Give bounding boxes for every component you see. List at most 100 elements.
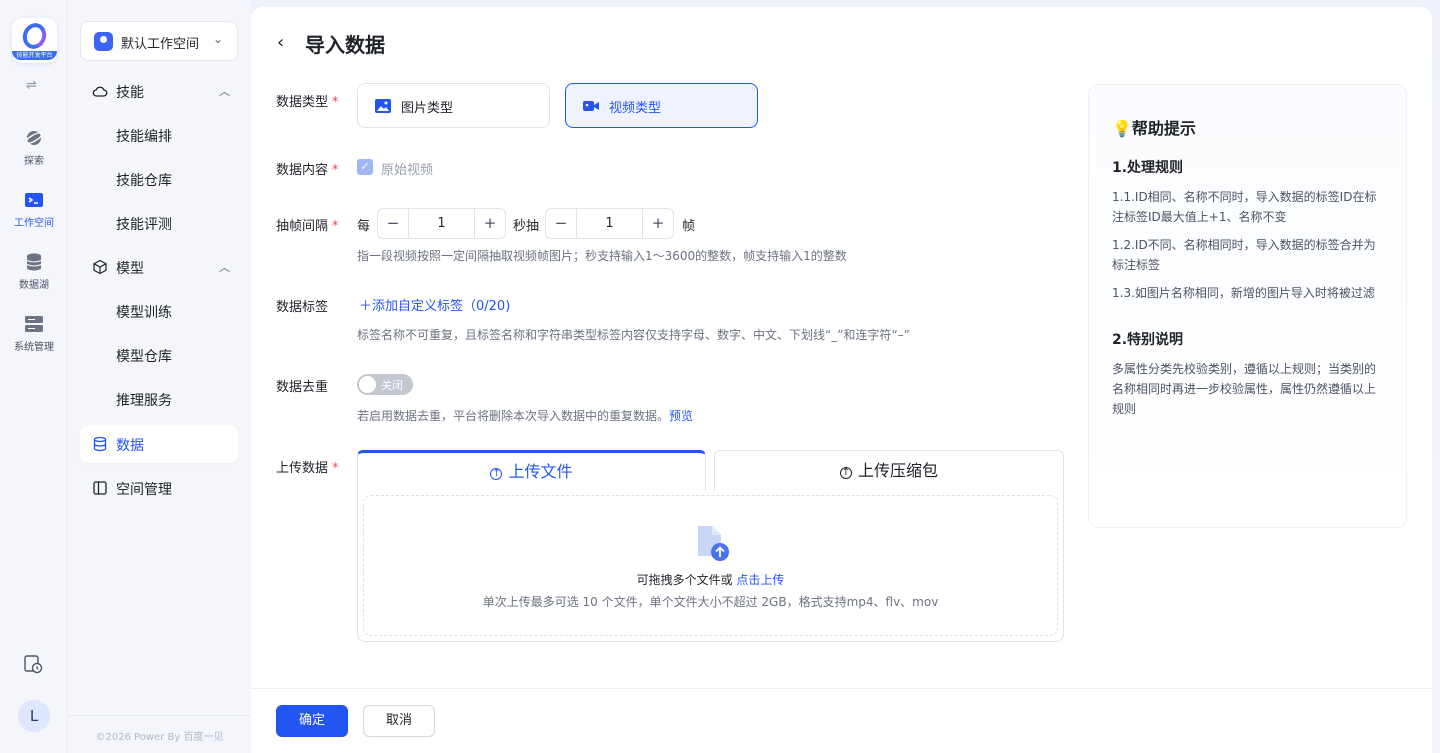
planet-icon — [24, 131, 44, 145]
field-label-upload: 上传数据 * — [276, 461, 339, 476]
nav-item-label: 数据 — [116, 438, 144, 454]
frames-label: 帧 — [682, 219, 696, 234]
rail-item-explore[interactable]: 探索 — [0, 128, 68, 167]
field-label-tags: 数据标签 — [276, 300, 329, 315]
switch-icon[interactable]: ⇌ — [26, 78, 37, 93]
minus-button[interactable]: − — [546, 209, 577, 238]
cloud-icon — [92, 86, 108, 97]
nav-item-inference[interactable]: 推理服务 — [80, 380, 238, 418]
avatar[interactable]: L — [18, 700, 50, 732]
footer-bar: 确定 取消 — [251, 688, 1432, 753]
toggle-text: 关闭 — [381, 379, 403, 392]
frames-value[interactable]: 1 — [577, 209, 642, 238]
click-upload-link[interactable]: 点击上传 — [736, 573, 784, 587]
add-tag-link[interactable]: ＋添加自定义标签（0/20) — [359, 295, 510, 314]
logo-mark-icon — [19, 19, 50, 53]
rail-item-datalake[interactable]: 数据湖 — [0, 252, 68, 291]
nav-item-label: 推理服务 — [116, 393, 172, 409]
rail-item-system[interactable]: 系统管理 — [0, 314, 68, 353]
help-text: 1.1.ID相同、名称不同时，导入数据的标签ID在标注标签ID最大值上+1、名称… — [1112, 190, 1377, 224]
history-icon[interactable] — [23, 654, 43, 674]
tag-hint: 标签名称不可重复，且标签名称和字符串类型标签内容仅支持字母、数字、中文、下划线“… — [357, 328, 910, 342]
preview-link[interactable]: 预览 — [669, 409, 693, 423]
main-panel: ‹ 导入数据 数据类型 * 图片类型 视频类型 数据内容 * ✓ 原始视频 抽帧间隔… — [251, 7, 1432, 753]
field-label-type: 数据类型 * — [276, 95, 339, 110]
confirm-button[interactable]: 确定 — [276, 705, 348, 737]
terminal-folder-icon — [25, 193, 43, 207]
nav-item-model-training[interactable]: 模型训练 — [80, 292, 238, 330]
type-video-label: 视频类型 — [609, 101, 662, 116]
plus-button[interactable]: + — [474, 209, 505, 238]
help-panel: 💡帮助提示 1.处理规则 1.1.ID相同、名称不同时，导入数据的标签ID在标注… — [1088, 84, 1407, 528]
user-icon — [94, 32, 113, 51]
per-label: 每 — [357, 219, 371, 234]
left-rail: 技能开发平台 ⇌ 探索 工作空间 数据湖 系统管理 L — [0, 0, 68, 753]
upload-instruction: 可拖拽多个文件或 点击上传 — [636, 573, 785, 587]
database-icon — [93, 436, 107, 452]
tab-label: 上传文件 — [508, 462, 573, 481]
nav-item-skill-repo[interactable]: 技能仓库 — [80, 160, 238, 198]
upload-circle-icon: ↑ — [839, 467, 852, 479]
nav-item-label: 技能编排 — [116, 129, 172, 145]
type-image-label: 图片类型 — [401, 101, 454, 116]
interval-hint: 指一段视频按照一定间隔抽取视频帧图片；秒支持输入1～3600的整数，帧支持输入1… — [357, 249, 847, 263]
content-checkbox-label: 原始视频 — [381, 163, 434, 178]
type-video-card[interactable]: 视频类型 — [565, 83, 758, 128]
nav-item-skill-eval[interactable]: 技能评测 — [80, 204, 238, 242]
toggle-knob — [359, 376, 376, 393]
seconds-value[interactable]: 1 — [409, 209, 474, 238]
help-heading: 2.特别说明 — [1112, 332, 1184, 348]
seconds-stepper[interactable]: − 1 + — [377, 208, 506, 239]
plus-button[interactable]: + — [642, 209, 673, 238]
upload-limits: 单次上传最多可选 10 个文件，单个文件大小不超过 2GB，格式支持mp4、fl… — [482, 595, 939, 609]
video-icon — [583, 101, 599, 111]
dedup-hint: 若启用数据去重，平台将删除本次导入数据中的重复数据。预览 — [357, 409, 694, 423]
frames-stepper[interactable]: − 1 + — [545, 208, 674, 239]
nav-item-model-repo[interactable]: 模型仓库 — [80, 336, 238, 374]
cube-icon — [93, 259, 107, 275]
workspace-selector[interactable]: 默认工作空间 ⌄ — [80, 21, 238, 61]
nav-item-skill-orchestration[interactable]: 技能编排 — [80, 116, 238, 154]
rail-label: 系统管理 — [14, 342, 54, 353]
workspace-name: 默认工作空间 — [121, 37, 200, 52]
logo-text: 技能开发平台 — [12, 51, 57, 60]
nav-group-label: 技能 — [116, 85, 144, 101]
server-icon — [25, 316, 43, 332]
nav-item-data[interactable]: 数据 — [80, 425, 238, 463]
tab-upload-file[interactable]: ↑ 上传文件 — [357, 450, 706, 491]
nav-group-model[interactable]: 模型 ︿ — [80, 248, 238, 286]
help-text: 多属性分类先校验类别，遵循以上规则；当类别的名称相同时再进一步校验属性，属性仍然… — [1112, 362, 1377, 416]
chevron-up-icon: ︿ — [219, 85, 230, 98]
tab-label: 上传压缩包 — [857, 461, 938, 480]
app-logo[interactable]: 技能开发平台 — [12, 18, 57, 63]
upload-area: 可拖拽多个文件或 点击上传 单次上传最多可选 10 个文件，单个文件大小不超过 … — [357, 490, 1064, 642]
rail-label: 工作空间 — [14, 218, 54, 229]
field-label-interval: 抽帧间隔 * — [276, 219, 339, 234]
tab-upload-zip[interactable]: ↑ 上传压缩包 — [714, 450, 1064, 491]
nav-item-label: 技能仓库 — [116, 173, 172, 189]
help-heading: 1.处理规则 — [1112, 160, 1184, 176]
content-checkbox[interactable]: ✓ — [357, 159, 373, 175]
back-arrow-icon[interactable]: ‹ — [277, 32, 284, 53]
dedup-toggle[interactable]: 关闭 — [357, 374, 413, 395]
rail-label: 探索 — [24, 156, 44, 167]
cancel-button[interactable]: 取消 — [363, 705, 435, 737]
upload-circle-icon: ↑ — [490, 468, 503, 480]
nav-item-space[interactable]: 空间管理 — [80, 469, 238, 507]
nav-item-label: 空间管理 — [116, 482, 172, 498]
type-image-card[interactable]: 图片类型 — [357, 83, 550, 128]
chevron-up-icon: ︿ — [219, 261, 230, 274]
page-title: 导入数据 — [305, 33, 385, 57]
chevron-down-icon: ⌄ — [212, 32, 223, 46]
sidebar: 默认工作空间 ⌄ 技能 ︿ 技能编排 技能仓库 技能评测 模型 ︿ 模型训练 模… — [68, 0, 251, 753]
field-label-dedup: 数据去重 — [276, 380, 329, 395]
rail-item-workspace[interactable]: 工作空间 — [0, 190, 68, 229]
help-text: 1.3.如图片名称相同，新增的图片导入时将被过滤 — [1112, 286, 1375, 300]
rail-label: 数据湖 — [19, 280, 49, 291]
database-icon — [26, 253, 42, 271]
file-upload-icon — [698, 526, 729, 561]
dropzone[interactable]: 可拖拽多个文件或 点击上传 单次上传最多可选 10 个文件，单个文件大小不超过 … — [363, 495, 1058, 636]
help-title: 💡帮助提示 — [1112, 119, 1196, 138]
minus-button[interactable]: − — [378, 209, 409, 238]
nav-group-skill[interactable]: 技能 ︿ — [80, 72, 238, 110]
